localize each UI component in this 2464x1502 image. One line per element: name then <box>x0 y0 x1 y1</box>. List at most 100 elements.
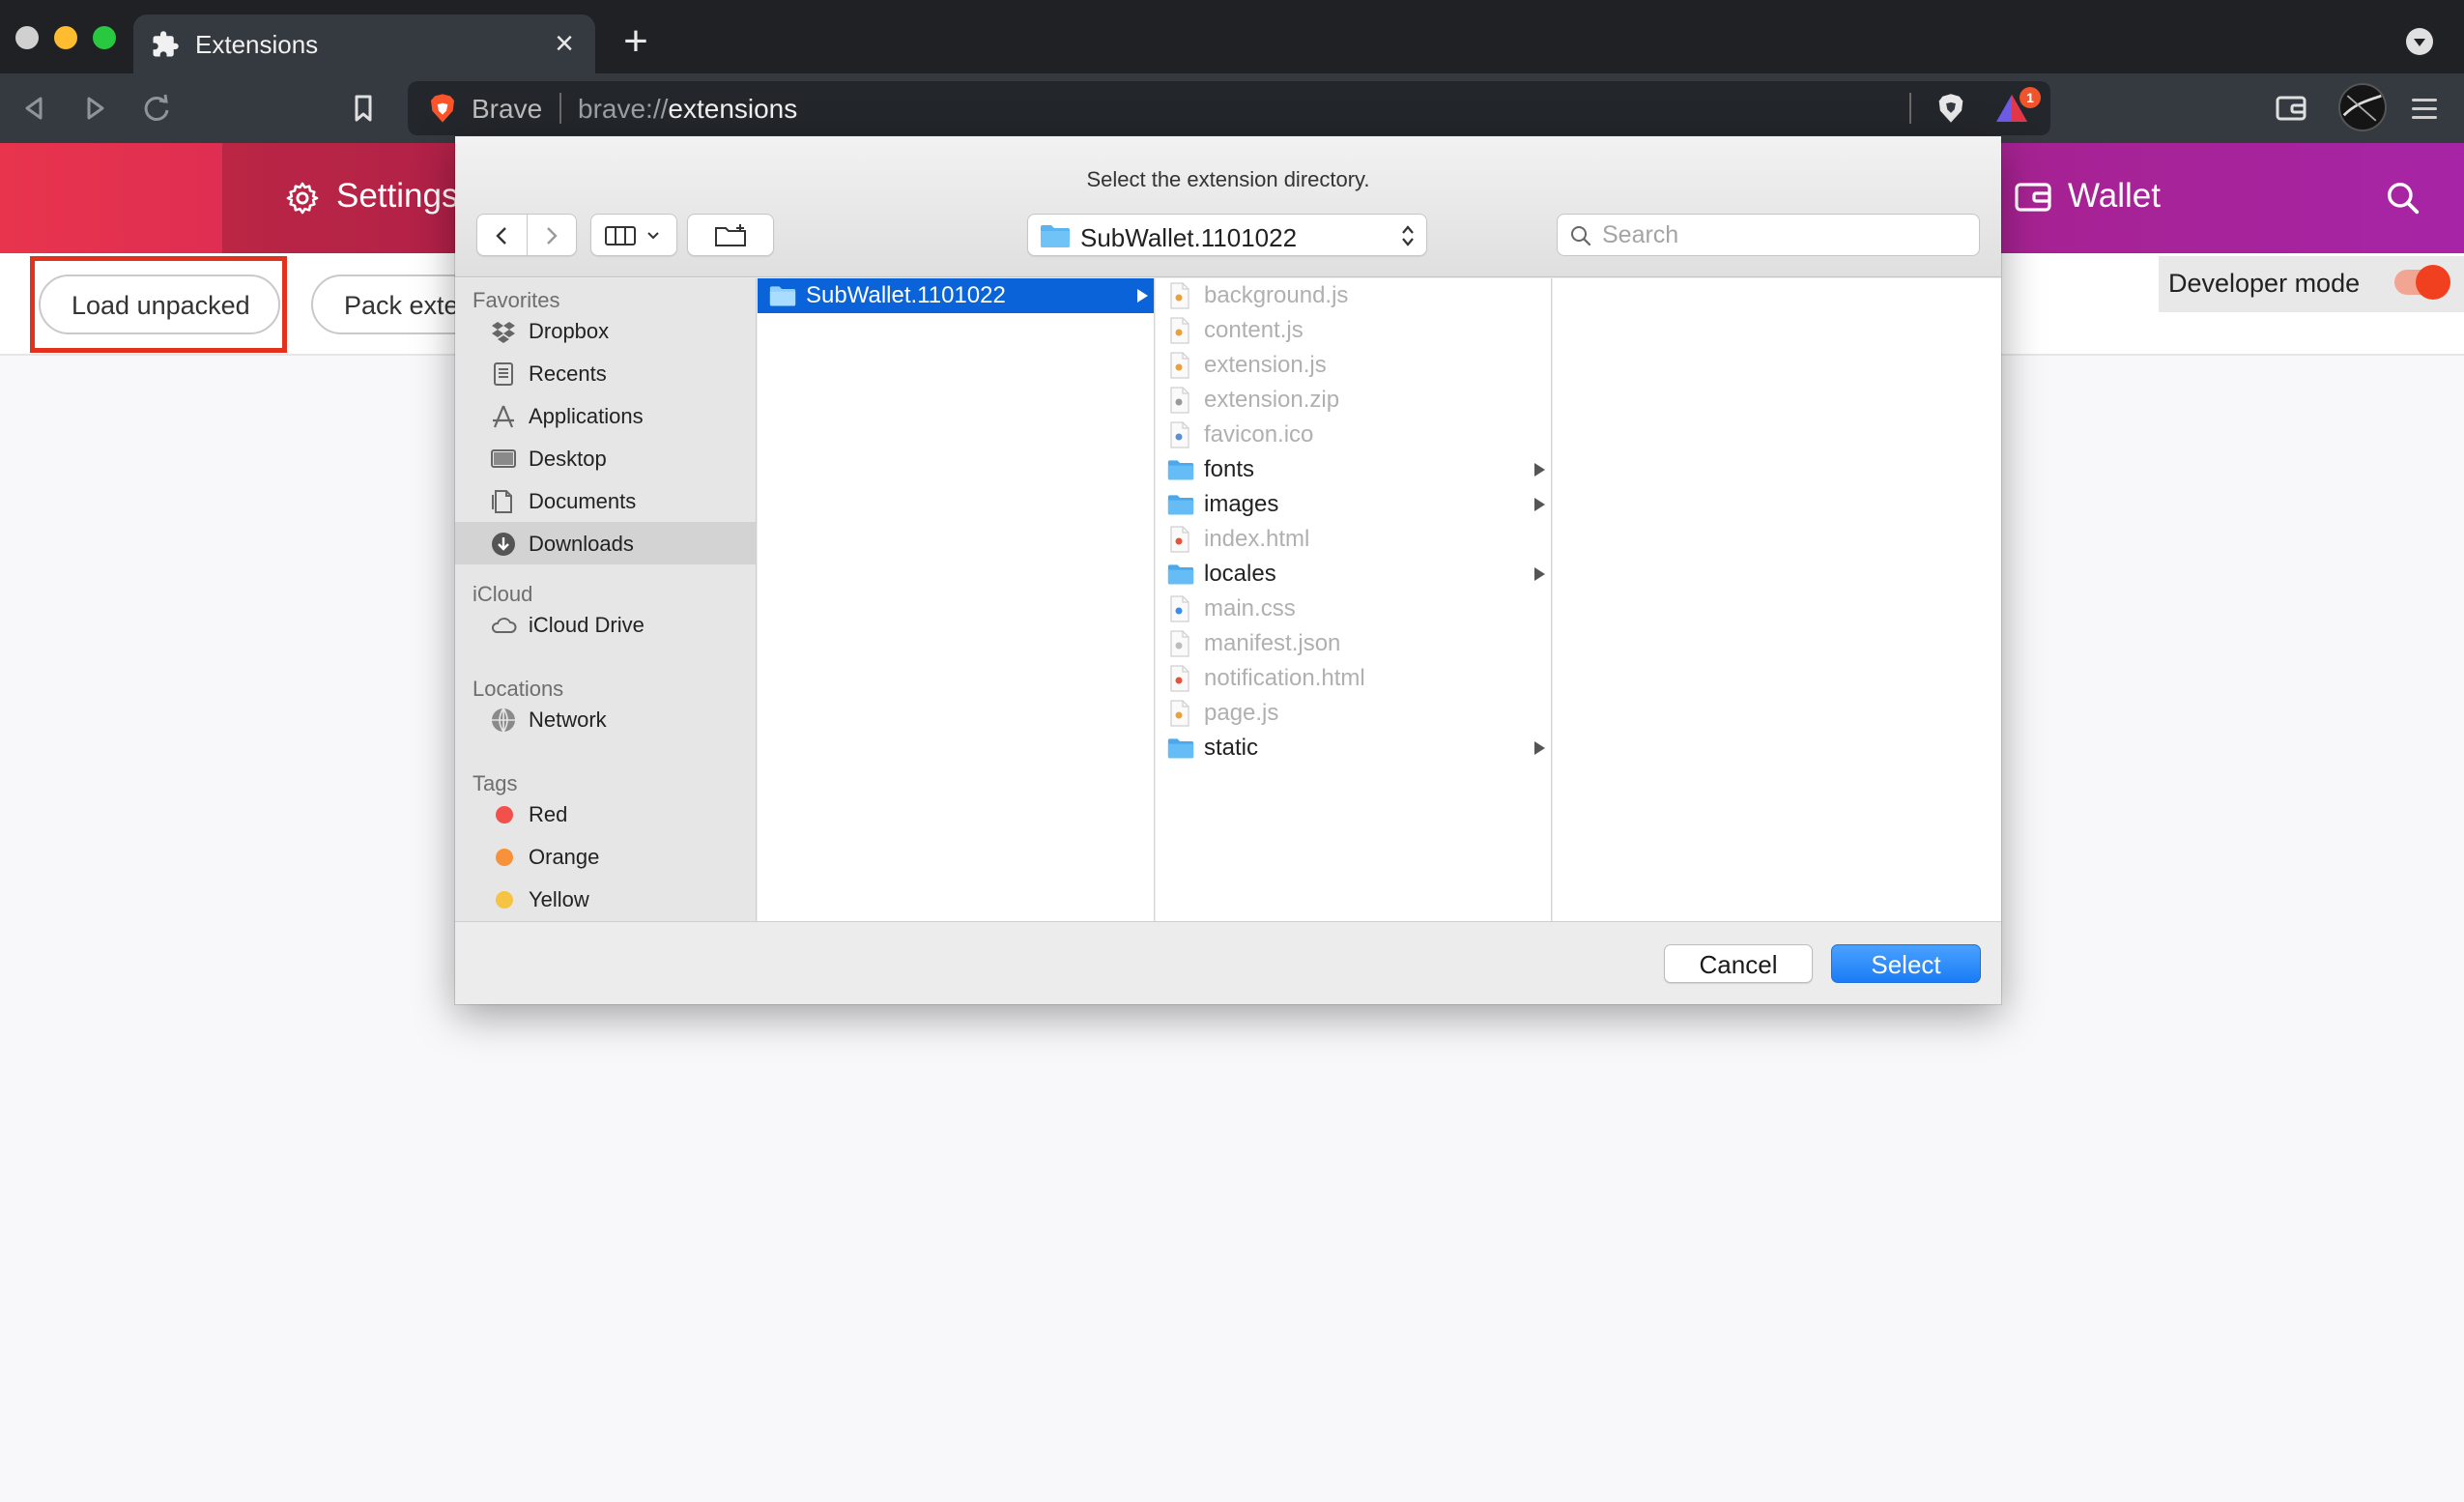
sidebar-item-dropbox[interactable]: Dropbox <box>455 309 756 352</box>
js-file-icon <box>1170 282 1189 309</box>
sidebar-item-label: iCloud Drive <box>529 613 645 637</box>
folder-icon <box>1167 495 1194 515</box>
search-icon[interactable] <box>2385 180 2421 217</box>
new-folder-button[interactable] <box>687 214 774 256</box>
location-label: SubWallet.1101022 <box>1080 223 1298 252</box>
disclosure-arrow-icon <box>1534 567 1545 581</box>
omnibox-separator-right <box>1909 93 1911 124</box>
highlight-annotation <box>30 256 287 353</box>
sidebar-item-downloads[interactable]: Downloads <box>455 522 756 564</box>
settings-label: Settings <box>336 177 459 215</box>
list-item[interactable]: locales <box>1156 557 1551 592</box>
disclosure-arrow-icon <box>1534 498 1545 511</box>
tag-orange-dot <box>496 849 513 866</box>
wallet-toolbar-icon[interactable] <box>2275 93 2307 124</box>
tab-title: Extensions <box>195 30 319 59</box>
sidebar-item-tag-red[interactable]: Red <box>455 793 756 835</box>
menu-icon[interactable] <box>2412 95 2437 122</box>
file-name: main.css <box>1204 595 1296 621</box>
tab-extensions[interactable]: Extensions × <box>133 14 595 73</box>
bookmark-button[interactable] <box>342 87 385 130</box>
sidebar-item-label: Documents <box>529 489 637 513</box>
css-file-icon <box>1170 595 1189 622</box>
file-name: extension.zip <box>1204 387 1340 413</box>
list-item[interactable]: manifest.json <box>1156 626 1551 661</box>
sidebar-item-applications[interactable]: Applications <box>455 394 756 437</box>
list-item[interactable]: page.js <box>1156 696 1551 731</box>
view-mode-button[interactable] <box>590 214 677 256</box>
sidebar-item-label: Dropbox <box>529 319 610 343</box>
address-bar[interactable]: Brave brave://extensions 1 <box>408 81 2050 135</box>
dialog-search-field[interactable] <box>1557 214 1980 256</box>
profile-avatar[interactable] <box>2338 83 2387 131</box>
list-item[interactable]: main.css <box>1156 592 1551 626</box>
sidebar-item-label: Recents <box>529 361 607 386</box>
chevron-right-icon[interactable] <box>539 224 562 247</box>
list-item[interactable]: static <box>1156 731 1551 765</box>
file-name: background.js <box>1204 282 1349 308</box>
sidebar-item-documents[interactable]: Documents <box>455 479 756 522</box>
network-icon <box>492 708 515 733</box>
window-close-button[interactable] <box>15 26 39 49</box>
location-popup[interactable]: SubWallet.1101022 <box>1027 214 1427 256</box>
applications-icon <box>493 405 514 428</box>
file-name: locales <box>1204 561 1276 587</box>
sidebar-item-tag-orange[interactable]: Orange <box>455 835 756 878</box>
browser-column-3 <box>1553 278 2001 921</box>
list-item[interactable]: fonts <box>1156 452 1551 487</box>
back-arrow-icon <box>25 97 43 120</box>
list-item[interactable]: SubWallet.1101022 <box>758 278 1154 313</box>
segment-divider <box>527 215 528 255</box>
folder-icon <box>1041 225 1070 247</box>
file-name: manifest.json <box>1204 630 1341 656</box>
file-name: SubWallet.1101022 <box>806 282 1006 308</box>
folder-icon <box>769 286 796 306</box>
dialog-search-input[interactable] <box>1600 220 1967 249</box>
tab-search-menu-icon[interactable] <box>2406 28 2433 55</box>
file-name: notification.html <box>1204 665 1365 691</box>
file-name: images <box>1204 491 1279 517</box>
downloads-icon <box>492 533 515 556</box>
sidebar-item-icloud-drive[interactable]: iCloud Drive <box>455 603 756 646</box>
brave-shields-icon[interactable] <box>1936 93 1965 124</box>
new-tab-button[interactable]: + <box>616 20 655 63</box>
disclosure-arrow-icon <box>1534 741 1545 755</box>
sidebar-item-label: Network <box>529 708 607 732</box>
dialog-footer: Cancel Select <box>455 921 2001 1004</box>
url-scheme: brave:// <box>578 94 669 124</box>
dialog-title: Select the extension directory. <box>1086 167 1370 191</box>
html-file-icon <box>1170 526 1189 553</box>
list-item[interactable]: images <box>1156 487 1551 522</box>
chevron-left-icon[interactable] <box>491 224 514 247</box>
back-button[interactable] <box>14 87 56 130</box>
list-item[interactable]: favicon.ico <box>1156 418 1551 452</box>
list-item[interactable]: notification.html <box>1156 661 1551 696</box>
disclosure-arrow-icon <box>1534 463 1545 477</box>
sidebar-item-label: Desktop <box>529 447 607 471</box>
list-item[interactable]: content.js <box>1156 313 1551 348</box>
window-maximize-button[interactable] <box>93 26 116 49</box>
ico-file-icon <box>1170 421 1189 448</box>
sidebar-item-recents[interactable]: Recents <box>455 352 756 394</box>
zip-file-icon <box>1170 387 1189 414</box>
list-item[interactable]: background.js <box>1156 278 1551 313</box>
tab-close-icon[interactable]: × <box>547 26 582 61</box>
developer-mode-toggle-knob[interactable] <box>2416 265 2450 300</box>
sidebar-item-tag-yellow[interactable]: Yellow <box>455 878 756 920</box>
list-item[interactable]: extension.js <box>1156 348 1551 383</box>
back-forward-segment <box>476 214 577 256</box>
window-minimize-button[interactable] <box>54 26 77 49</box>
omnibox-url[interactable]: brave://extensions <box>578 94 797 125</box>
sidebar-item-network[interactable]: Network <box>455 698 756 740</box>
reload-button[interactable] <box>135 87 178 130</box>
sidebar-item-desktop[interactable]: Desktop <box>455 437 756 479</box>
forward-button[interactable] <box>73 87 116 130</box>
list-item[interactable]: extension.zip <box>1156 383 1551 418</box>
tab-bar: Extensions × + <box>0 0 2464 73</box>
cancel-button[interactable]: Cancel <box>1664 944 1813 983</box>
list-item[interactable]: index.html <box>1156 522 1551 557</box>
js-file-icon <box>1170 700 1189 727</box>
select-button[interactable]: Select <box>1831 944 1981 983</box>
file-chooser-dialog: Select the extension directory. SubWalle… <box>455 136 2001 1004</box>
sidebar-item-label: Yellow <box>529 887 589 911</box>
